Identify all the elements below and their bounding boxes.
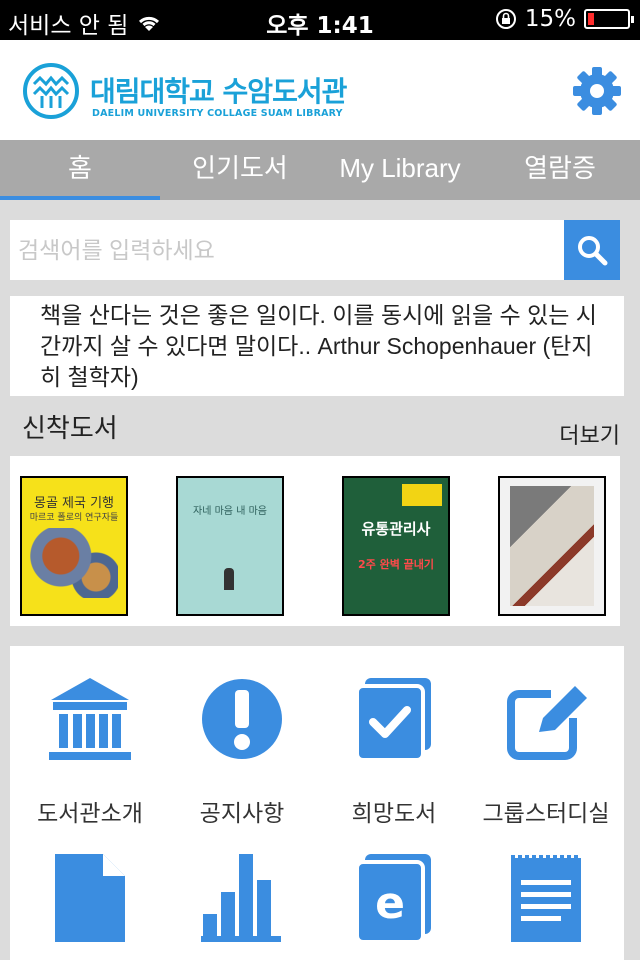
- menu-label: 공지사항: [199, 800, 285, 826]
- menu-item-notepad[interactable]: [470, 852, 622, 960]
- book-cover[interactable]: 유통관리사 2주 완벽 끝내기: [342, 476, 450, 616]
- book-cover-title: 몽골 제국 기행: [33, 496, 115, 511]
- menu-grid: 도서관소개 공지사항 희망도서 그룹스터디실 e: [10, 646, 624, 960]
- menu-item-library-intro[interactable]: 도서관소개: [14, 674, 166, 828]
- notepad-icon: [511, 855, 581, 942]
- book-cover-subtitle: 2주 완벽 끝내기: [357, 558, 435, 571]
- battery-percent: 15%: [524, 6, 576, 32]
- book-cover-title: 유통관리사: [361, 520, 431, 538]
- menu-item-document[interactable]: [14, 852, 166, 960]
- document-icon: [55, 854, 125, 942]
- more-link[interactable]: 더보기: [559, 418, 620, 450]
- book-cover[interactable]: 몽골 제국 기행 마르코 폴로의 연구자들: [20, 476, 128, 616]
- tab-my-library[interactable]: My Library: [320, 140, 480, 200]
- bar-chart-icon: [201, 854, 281, 942]
- menu-item-notice[interactable]: 공지사항: [166, 674, 318, 828]
- library-building-icon: [49, 678, 131, 760]
- library-title: 대림대학교 수암도서관: [90, 75, 347, 108]
- tab-library-card[interactable]: 열람증: [480, 140, 640, 200]
- main-tabs: 홈 인기도서 My Library 열람증: [0, 140, 640, 200]
- status-right: 15%: [495, 6, 634, 32]
- book-cover-illustration: [224, 568, 234, 590]
- edit-pencil-icon: [507, 686, 587, 760]
- app-header: 대림대학교 수암도서관 DAELIM UNIVERSITY COLLAGE SU…: [0, 40, 640, 140]
- quote-text: 책을 산다는 것은 좋은 일이다. 이를 동시에 읽을 수 있는 시간까지 살 …: [10, 296, 624, 396]
- search-button[interactable]: [564, 220, 620, 280]
- menu-item-statistics[interactable]: [166, 852, 318, 960]
- new-books-shelf: 몽골 제국 기행 마르코 폴로의 연구자들 자네 마음 내 마음 유통관리사 2…: [10, 456, 620, 626]
- book-cover-illustration: [30, 528, 118, 598]
- new-books-title: 신착도서: [22, 413, 118, 443]
- book-cover[interactable]: [498, 476, 606, 616]
- status-bar: 서비스 안 됨 오후 1:41 15%: [0, 0, 640, 40]
- tab-home[interactable]: 홈: [0, 140, 160, 200]
- search-icon: [578, 236, 608, 266]
- book-cover-badge: [402, 484, 442, 506]
- battery-icon: [584, 9, 634, 29]
- menu-item-group-study-room[interactable]: 그룹스터디실: [470, 674, 622, 828]
- ebook-icon: e: [355, 854, 431, 942]
- library-subtitle: DAELIM UNIVERSITY COLLAGE SUAM LIBRARY: [92, 108, 343, 119]
- search-input[interactable]: [10, 220, 564, 280]
- book-cover[interactable]: 자네 마음 내 마음: [176, 476, 284, 616]
- checkbook-icon: [355, 678, 431, 762]
- gear-icon[interactable]: [570, 64, 624, 118]
- book-cover-subtitle: 마르코 폴로의 연구자들: [29, 513, 119, 523]
- menu-label: 도서관소개: [37, 800, 143, 826]
- rotation-lock-icon: [495, 9, 516, 29]
- library-logo-icon: [23, 63, 79, 119]
- menu-item-wish-books[interactable]: 희망도서: [318, 674, 470, 828]
- svg-text:e: e: [375, 878, 405, 929]
- tab-popular-books[interactable]: 인기도서: [160, 140, 320, 200]
- book-cover-title: 자네 마음 내 마음: [193, 506, 267, 517]
- menu-item-ebook[interactable]: e: [318, 852, 470, 960]
- search-bar: [10, 220, 620, 280]
- book-cover-illustration: [510, 486, 594, 606]
- exclamation-icon: [202, 679, 282, 759]
- menu-label: 그룹스터디실: [482, 800, 610, 826]
- menu-label: 희망도서: [351, 800, 437, 826]
